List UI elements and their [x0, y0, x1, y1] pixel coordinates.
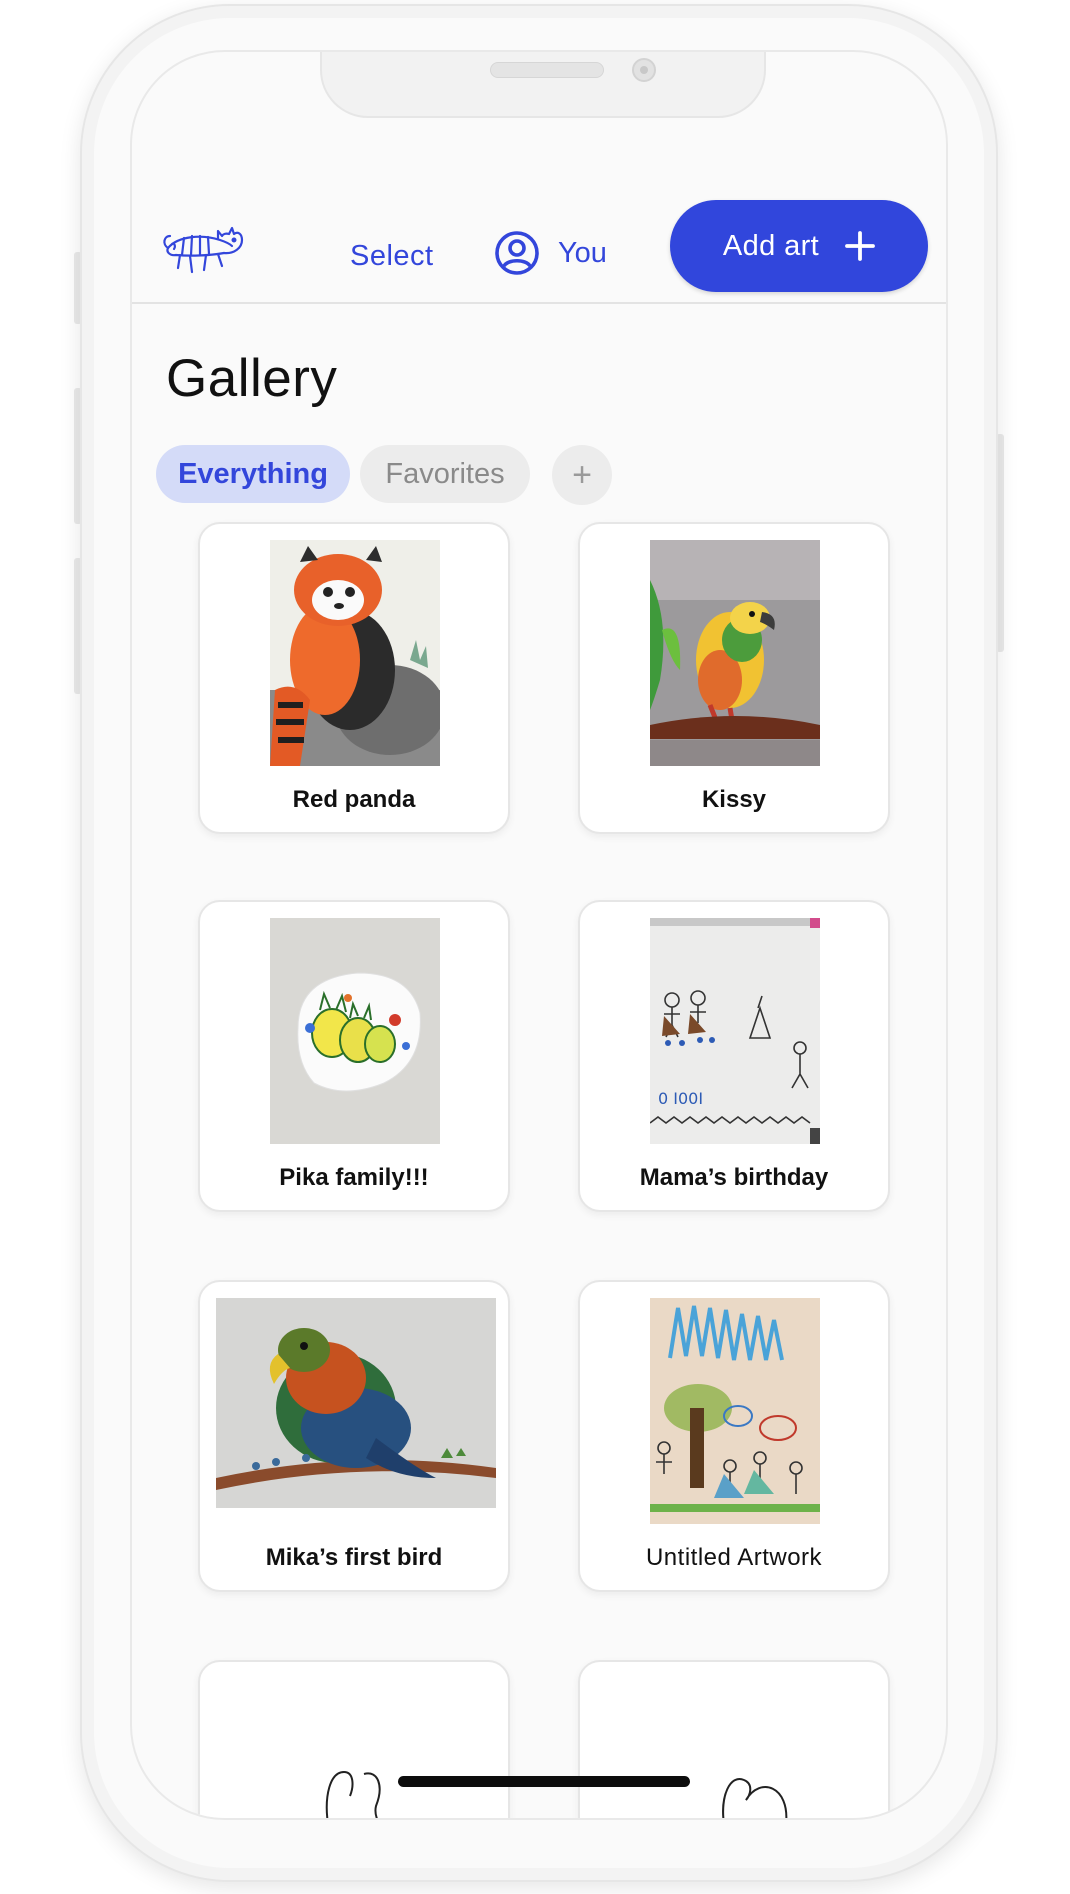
artwork-thumbnail	[270, 540, 440, 766]
select-button[interactable]: Select	[350, 240, 434, 273]
svg-text:0 I00I: 0 I00I	[658, 1089, 703, 1108]
artwork-thumbnail	[270, 918, 440, 1144]
user-circle-icon	[495, 231, 539, 275]
add-tab-button[interactable]: +	[552, 445, 612, 505]
phone-notch	[320, 52, 766, 118]
artwork-title: Untitled Artwork	[645, 1544, 823, 1571]
artwork-card[interactable]	[198, 1660, 510, 1818]
home-indicator[interactable]	[398, 1776, 690, 1787]
artwork-thumbnail	[650, 540, 820, 766]
artwork-thumbnail	[216, 1298, 496, 1508]
artwork-thumbnail	[722, 1778, 788, 1818]
add-art-button[interactable]: Add art	[670, 200, 928, 292]
artwork-card[interactable]	[578, 1660, 890, 1818]
tab-everything[interactable]: Everything	[156, 445, 350, 503]
app-header: Select You Add art	[132, 142, 946, 304]
profile-button[interactable]: You	[494, 224, 607, 282]
page-title: Gallery	[166, 349, 338, 408]
artwork-card[interactable]: Untitled Artwork	[578, 1280, 890, 1592]
speaker-grille	[490, 62, 604, 78]
tab-favorites[interactable]: Favorites	[360, 445, 530, 503]
artwork-thumbnail: 0 I00I	[650, 918, 820, 1144]
artwork-title: Red panda	[292, 786, 416, 813]
artwork-thumbnail	[650, 1298, 820, 1524]
artwork-title: Mama’s birthday	[639, 1164, 829, 1191]
profile-label: You	[558, 236, 607, 269]
front-camera	[632, 58, 656, 82]
plus-icon	[845, 231, 876, 261]
plus-icon: +	[572, 455, 592, 494]
app-screen: Select You Add art Gallery Everything Fa…	[130, 50, 948, 1820]
artwork-card[interactable]: Mika’s first bird	[198, 1280, 510, 1592]
artwork-card[interactable]: Pika family!!!	[198, 900, 510, 1212]
artwork-title: Kissy	[701, 786, 767, 813]
artwork-thumbnail	[325, 1770, 381, 1818]
add-art-label: Add art	[722, 229, 820, 262]
artwork-card[interactable]: 0 I00I Mama’s birthday	[578, 900, 890, 1212]
cat-doodle-logo-icon[interactable]	[162, 222, 252, 282]
artwork-card[interactable]: Kissy	[578, 522, 890, 834]
artwork-card[interactable]: Red panda	[198, 522, 510, 834]
artwork-title: Mika’s first bird	[265, 1544, 443, 1571]
artwork-title: Pika family!!!	[279, 1164, 429, 1191]
